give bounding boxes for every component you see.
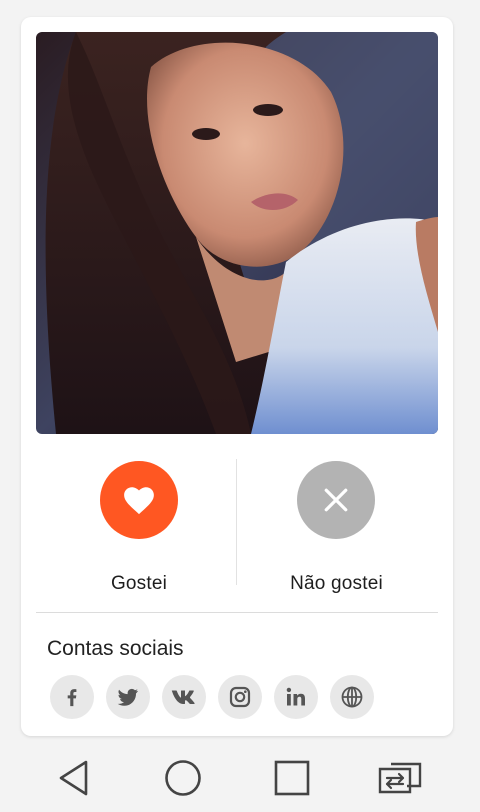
instagram-icon	[229, 686, 251, 708]
twitter-icon	[117, 688, 138, 706]
facebook-icon	[67, 689, 77, 707]
vk-icon	[171, 690, 195, 704]
like-action[interactable]: Gostei	[36, 449, 236, 599]
linkedin-button[interactable]	[274, 675, 318, 719]
twitter-button[interactable]	[106, 675, 150, 719]
facebook-button[interactable]	[50, 675, 94, 719]
social-accounts	[50, 675, 374, 719]
profile-card: Gostei Não gostei Contas sociais	[21, 17, 453, 736]
profile-photo-image	[36, 32, 438, 434]
back-triangle-icon	[59, 760, 88, 796]
action-bar: Gostei Não gostei	[36, 449, 438, 599]
recents-button[interactable]	[268, 756, 316, 800]
profile-photo	[36, 32, 438, 434]
recents-square-icon	[274, 760, 310, 796]
heart-icon	[124, 487, 154, 515]
close-icon	[324, 488, 348, 512]
back-button[interactable]	[50, 756, 98, 800]
screen-switch-button[interactable]	[376, 756, 424, 800]
like-label: Gostei	[110, 573, 168, 594]
home-circle-icon	[165, 760, 201, 796]
home-button[interactable]	[159, 756, 207, 800]
dislike-action[interactable]: Não gostei	[237, 449, 437, 599]
dislike-button[interactable]	[297, 461, 375, 539]
dislike-label: Não gostei	[290, 573, 383, 594]
vk-button[interactable]	[162, 675, 206, 719]
globe-icon	[341, 686, 363, 708]
section-divider	[36, 612, 438, 613]
system-navigation-bar	[0, 744, 480, 812]
instagram-button[interactable]	[218, 675, 262, 719]
social-title: Contas sociais	[47, 637, 184, 660]
linkedin-icon	[286, 687, 305, 706]
like-button[interactable]	[100, 461, 178, 539]
screen-switch-icon	[378, 762, 422, 794]
website-button[interactable]	[330, 675, 374, 719]
